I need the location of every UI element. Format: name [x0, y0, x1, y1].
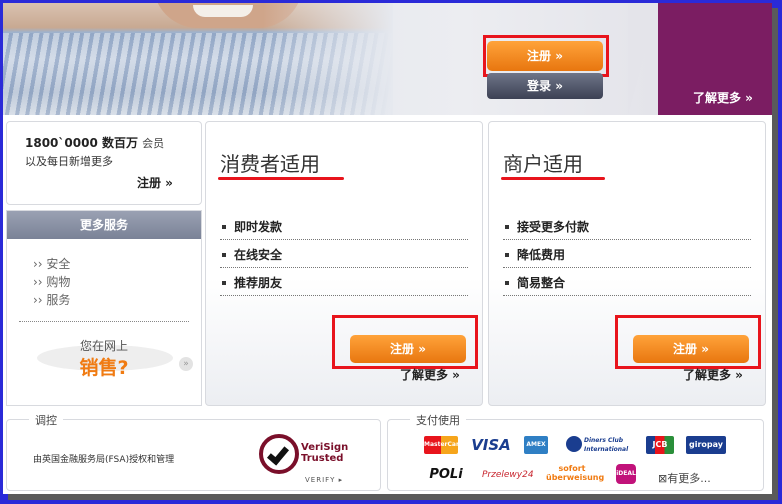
verisign-badge[interactable]: VeriSign Trusted VERIFY ▸	[255, 432, 353, 488]
poli-logo: POLi	[429, 467, 463, 482]
consumer-item: 推荐朋友	[220, 274, 468, 296]
merchant-title: 商户适用	[503, 152, 583, 176]
shadow-right	[772, 8, 778, 500]
shadow-bottom	[8, 494, 778, 500]
login-button[interactable]: 登录 »	[487, 73, 603, 99]
merchant-item: 降低费用	[503, 246, 751, 268]
divider	[19, 321, 189, 322]
service-link-services[interactable]: ›› 服务	[33, 291, 70, 308]
service-link-shopping[interactable]: ›› 购物	[33, 273, 70, 290]
ideal-logo: iDEAL	[616, 464, 636, 484]
consumer-item: 在线安全	[220, 246, 468, 268]
sofort-logo: sofort überweisung	[546, 464, 605, 482]
services-heading: 更多服务	[7, 211, 201, 239]
merchant-panel: 商户适用 接受更多付款 降低费用 简易整合 注册 » 了解更多 »	[488, 121, 766, 406]
visa-logo: VISA	[471, 436, 511, 454]
regulation-text: 由英国金融服务局(FSA)授权和管理	[33, 455, 175, 465]
consumer-register-button[interactable]: 注册 »	[350, 335, 466, 363]
hero-banner: 了解更多 » 注册 » 登录 »	[3, 3, 772, 115]
banner-learn-more-link[interactable]: 了解更多 »	[693, 89, 753, 106]
payment-methods-box: 支付使用 MasterCard VISA AMEX Diners Club In…	[387, 412, 764, 491]
member-subline: 以及每日新增更多	[25, 155, 113, 168]
hero-photo	[3, 3, 393, 115]
merchant-item: 接受更多付款	[503, 218, 751, 240]
verisign-title: VeriSign Trusted	[301, 442, 349, 464]
giropay-logo: giropay	[686, 436, 726, 454]
member-count: 1800`0000 数百万 会员	[25, 136, 165, 150]
jcb-logo: JCB	[646, 436, 674, 454]
more-services-box: 更多服务 ›› 安全 ›› 购物 ›› 服务 您在网上 销售? »	[6, 210, 202, 406]
payment-legend: 支付使用	[410, 412, 466, 428]
przelewy24-logo: Przelewy24	[482, 470, 534, 480]
register-button[interactable]: 注册 »	[487, 41, 603, 71]
consumer-learn-more-link[interactable]: 了解更多 »	[400, 366, 460, 383]
more-payment-methods-link[interactable]: ⊠有更多...	[658, 470, 711, 486]
title-underline	[218, 177, 344, 180]
consumer-title: 消费者适用	[220, 152, 320, 176]
service-link-security[interactable]: ›› 安全	[33, 255, 70, 272]
diners-logo: Diners Club International	[566, 436, 632, 454]
merchant-learn-more-link[interactable]: 了解更多 »	[683, 366, 743, 383]
consumer-item: 即时发款	[220, 218, 468, 240]
regulation-box: 调控 由英国金融服务局(FSA)授权和管理 VeriSign Trusted V…	[6, 412, 381, 491]
chevron-right-icon[interactable]: »	[179, 357, 193, 371]
amex-logo: AMEX	[524, 436, 548, 454]
member-box: 1800`0000 数百万 会员 以及每日新增更多 注册 »	[6, 121, 202, 205]
merchant-item: 简易整合	[503, 274, 751, 296]
consumer-panel: 消费者适用 即时发款 在线安全 推荐朋友 注册 » 了解更多 »	[205, 121, 483, 406]
verisign-verify: VERIFY ▸	[305, 476, 344, 484]
mastercard-logo: MasterCard	[424, 436, 463, 454]
checkmark-icon	[259, 434, 299, 474]
regulation-legend: 调控	[29, 412, 63, 428]
window-frame: 了解更多 » 注册 » 登录 » 1800`0000 数百万 会员 以及每日新增…	[0, 0, 782, 504]
title-underline	[501, 177, 605, 180]
sell-heading[interactable]: 销售?	[7, 353, 201, 380]
sell-online-label: 您在网上	[79, 339, 128, 353]
member-register-link[interactable]: 注册 »	[137, 174, 173, 191]
page: 了解更多 » 注册 » 登录 » 1800`0000 数百万 会员 以及每日新增…	[3, 3, 772, 494]
merchant-register-button[interactable]: 注册 »	[633, 335, 749, 363]
